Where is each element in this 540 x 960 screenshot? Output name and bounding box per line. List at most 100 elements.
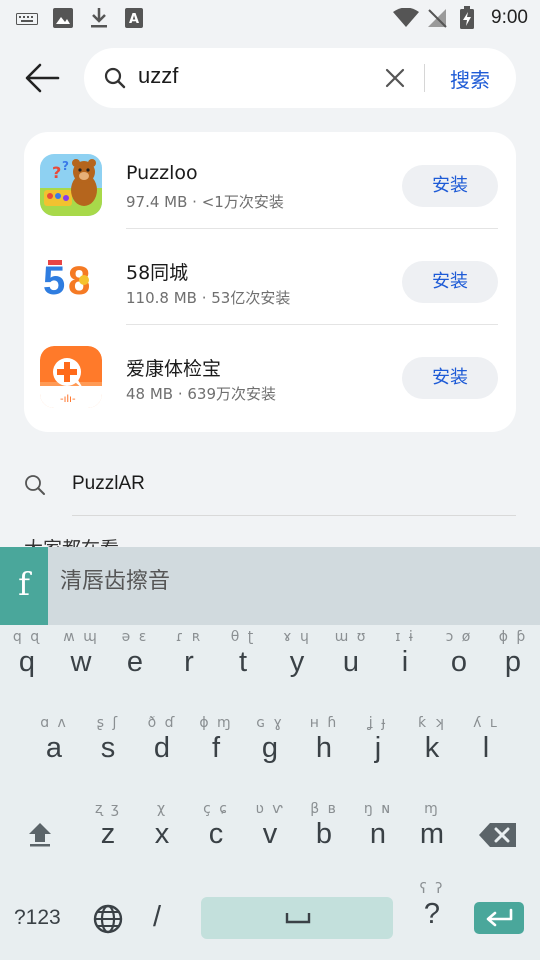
key-u[interactable]: ɯ ʊu <box>324 629 378 679</box>
key-alt-label: ə ɛ <box>121 629 149 645</box>
back-arrow-icon[interactable] <box>22 58 62 98</box>
shift-icon[interactable] <box>26 820 54 848</box>
key-alt-label: ʕ ʔ <box>419 881 445 897</box>
list-item[interactable]: -ılı- 爱康体检宝 48 MB · 639万次安装 安装 <box>24 324 516 420</box>
key-o[interactable]: ɔ øo <box>432 629 486 679</box>
key-b[interactable]: β ʙb <box>297 801 351 851</box>
key-alt-label: ɪ ɨ <box>395 629 415 645</box>
backspace-icon[interactable] <box>478 822 518 848</box>
key-alt-label: β ʙ <box>310 801 338 817</box>
key-g[interactable]: ɢ ɣg <box>243 715 297 765</box>
candidate-word[interactable]: 清唇齿擦音 <box>60 563 170 595</box>
key-alt-label: ŋ ɴ <box>363 801 393 817</box>
install-button[interactable]: 安装 <box>402 165 498 207</box>
key-label: x <box>154 818 170 850</box>
key-f[interactable]: ɸ ɱf <box>189 715 243 765</box>
key-label: n <box>369 818 387 850</box>
key-label: g <box>261 732 279 764</box>
key-label: y <box>289 646 305 678</box>
key-k[interactable]: ƙ ʞk <box>405 715 459 765</box>
key-alt-label: ɯ ʊ <box>334 629 368 645</box>
space-key[interactable] <box>201 897 393 939</box>
space-bar-icon <box>285 913 311 924</box>
app-name: Puzzloo <box>126 162 198 184</box>
key-label: u <box>342 646 360 678</box>
key-x[interactable]: χx <box>135 801 189 851</box>
key-question[interactable]: ʕ ʔ ? <box>405 881 459 931</box>
list-item[interactable]: 5 8 58同城 110.8 MB · 53亿次安装 安装 <box>24 228 516 325</box>
enter-key[interactable] <box>474 902 524 934</box>
58-logo-icon: 5 8 <box>40 250 102 312</box>
no-signal-icon <box>428 9 447 28</box>
keyboard-candidate-bar: f 清唇齿擦音 <box>0 547 540 625</box>
key-label: j <box>374 732 382 764</box>
key-w[interactable]: ʍ ɰw <box>54 629 108 679</box>
puzzloo-bear-icon: ? ? <box>40 154 102 216</box>
key-alt-label: ɸ ƥ <box>498 629 528 645</box>
search-button[interactable]: 搜索 <box>450 64 490 93</box>
svg-text:5: 5 <box>43 259 65 303</box>
key-p[interactable]: ɸ ƥp <box>486 629 540 679</box>
key-label: d <box>153 732 171 764</box>
key-c[interactable]: ç ɕc <box>189 801 243 851</box>
key-l[interactable]: ʎ ʟl <box>459 715 513 765</box>
key-alt-label: ç ɕ <box>203 801 229 817</box>
key-y[interactable]: ɤ ɥy <box>270 629 324 679</box>
app-name: 爱康体检宝 <box>126 358 222 380</box>
svg-text:-ılı-: -ılı- <box>60 394 76 405</box>
search-bar[interactable]: uzzf 搜索 <box>84 48 516 108</box>
key-label: p <box>504 646 522 678</box>
slash-key[interactable]: / <box>153 901 161 934</box>
key-d[interactable]: ð ɗd <box>135 715 189 765</box>
key-j[interactable]: ʝ ɟj <box>351 715 405 765</box>
key-alt-label: q ɋ <box>12 629 42 645</box>
key-alt-label: ɤ ɥ <box>283 629 311 645</box>
svg-text:?: ? <box>52 163 61 182</box>
key-alt-label: θ ʈ <box>230 629 256 645</box>
key-label: a <box>45 732 63 764</box>
search-suggestion[interactable]: PuzzlAR <box>0 458 540 516</box>
key-alt-label: ʐ ʒ <box>95 801 121 817</box>
app-results-card: ? ? Puzzloo 97.4 MB · <1万次安装 安装 5 8 58同城… <box>24 132 516 432</box>
key-alt-label: ʂ ʃ <box>96 715 120 731</box>
key-alt-label: ɑ ʌ <box>40 715 68 731</box>
clear-icon[interactable] <box>384 67 406 89</box>
divider <box>72 515 516 516</box>
install-button[interactable]: 安装 <box>402 357 498 399</box>
key-label: s <box>100 732 116 764</box>
key-e[interactable]: ə ɛe <box>108 629 162 679</box>
globe-icon[interactable] <box>92 903 124 935</box>
search-divider <box>424 64 425 92</box>
key-label: m <box>419 818 445 850</box>
key-z[interactable]: ʐ ʒz <box>81 801 135 851</box>
app-meta: 48 MB · 639万次安装 <box>126 385 277 403</box>
key-alt-label: ʍ ɰ <box>63 629 99 645</box>
key-t[interactable]: θ ʈt <box>216 629 270 679</box>
search-input[interactable]: uzzf <box>138 63 178 89</box>
key-alt-label: χ <box>156 801 168 817</box>
key-v[interactable]: ʋ ⱱv <box>243 801 297 851</box>
svg-text:A: A <box>129 12 139 27</box>
key-alt-label: ɢ ɣ <box>256 715 284 731</box>
key-n[interactable]: ŋ ɴn <box>351 801 405 851</box>
key-alt-label: ɸ ɱ <box>199 715 233 731</box>
key-q[interactable]: q ɋq <box>0 629 54 679</box>
key-i[interactable]: ɪ ɨi <box>378 629 432 679</box>
key-m[interactable]: ɱm <box>405 801 459 851</box>
symbols-key[interactable]: ?123 <box>14 906 61 930</box>
key-label: r <box>184 646 194 678</box>
search-icon <box>25 475 45 495</box>
medical-plus-icon: -ılı- <box>40 346 102 408</box>
keyboard-logo[interactable]: f <box>0 547 48 625</box>
list-item[interactable]: ? ? Puzzloo 97.4 MB · <1万次安装 安装 <box>24 132 516 229</box>
install-button[interactable]: 安装 <box>402 261 498 303</box>
image-icon <box>53 8 73 28</box>
key-a[interactable]: ɑ ʌa <box>27 715 81 765</box>
key-h[interactable]: ʜ ɦh <box>297 715 351 765</box>
key-label: z <box>100 818 116 850</box>
key-s[interactable]: ʂ ʃs <box>81 715 135 765</box>
key-label: t <box>238 646 248 678</box>
key-r[interactable]: ɾ ʀr <box>162 629 216 679</box>
app-meta: 97.4 MB · <1万次安装 <box>126 193 284 211</box>
key-label: q <box>18 646 36 678</box>
